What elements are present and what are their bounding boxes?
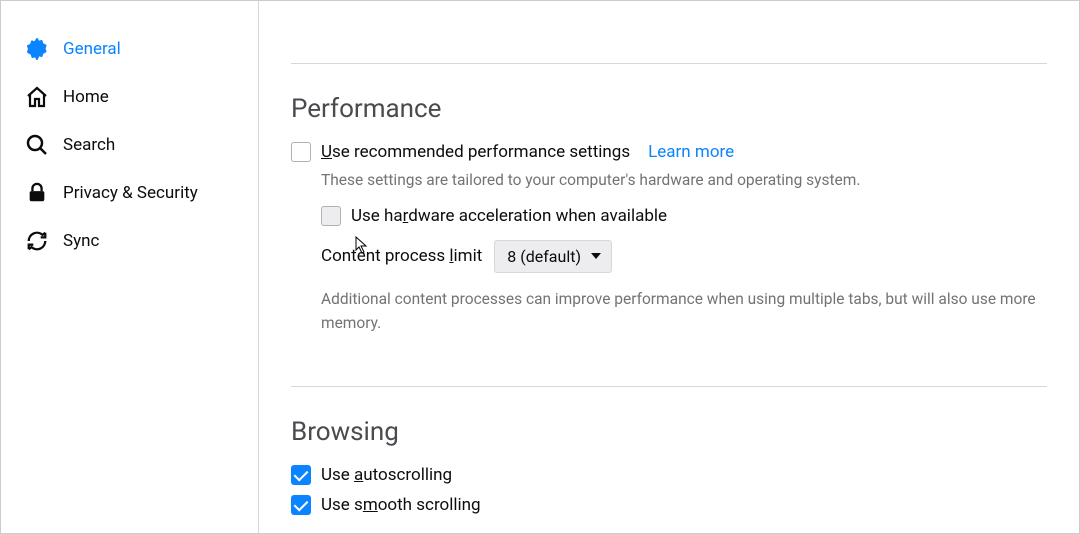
section-title-browsing: Browsing [291,417,1047,447]
divider [291,386,1047,387]
chevron-down-icon [591,253,601,259]
content-process-label: Content process limit [321,246,482,266]
main-content: Performance Use recommended performance … [259,1,1079,533]
sidebar-item-label: Sync [63,231,99,251]
sidebar-item-search[interactable]: Search [25,121,246,169]
recommended-settings-label[interactable]: Use recommended performance settings [321,142,630,162]
lock-icon [25,181,49,205]
sidebar-item-label: General [63,39,121,59]
sync-icon [25,229,49,253]
hw-accel-label[interactable]: Use hardware acceleration when available [351,206,667,226]
sidebar: General Home Search [1,1,259,533]
sidebar-item-label: Privacy & Security [63,183,198,203]
sidebar-item-sync[interactable]: Sync [25,217,246,265]
smooth-row: Use smooth scrolling [291,495,1047,515]
content-process-hint: Additional content processes can improve… [321,287,1047,337]
recommended-settings-checkbox[interactable] [291,142,311,162]
recommended-settings-row: Use recommended performance settings Lea… [291,142,1047,162]
divider [291,63,1047,64]
content-process-row: Content process limit 8 (default) [321,240,1047,273]
tailored-hint: These settings are tailored to your comp… [321,170,1047,192]
smooth-label[interactable]: Use smooth scrolling [321,495,481,515]
sidebar-item-label: Search [63,135,115,155]
section-title-performance: Performance [291,94,1047,124]
content-process-select[interactable]: 8 (default) [494,240,612,273]
autoscroll-checkbox[interactable] [291,465,311,485]
autoscroll-row: Use autoscrolling [291,465,1047,485]
select-value: 8 (default) [507,247,581,266]
smooth-checkbox[interactable] [291,495,311,515]
sidebar-item-label: Home [63,87,109,107]
hw-accel-checkbox[interactable] [321,206,341,226]
home-icon [25,85,49,109]
hw-accel-row: Use hardware acceleration when available [321,206,1047,226]
sidebar-item-privacy[interactable]: Privacy & Security [25,169,246,217]
sidebar-item-home[interactable]: Home [25,73,246,121]
search-icon [25,133,49,157]
sidebar-item-general[interactable]: General [25,25,246,73]
learn-more-link[interactable]: Learn more [648,142,734,162]
gear-icon [25,37,49,61]
autoscroll-label[interactable]: Use autoscrolling [321,465,452,485]
